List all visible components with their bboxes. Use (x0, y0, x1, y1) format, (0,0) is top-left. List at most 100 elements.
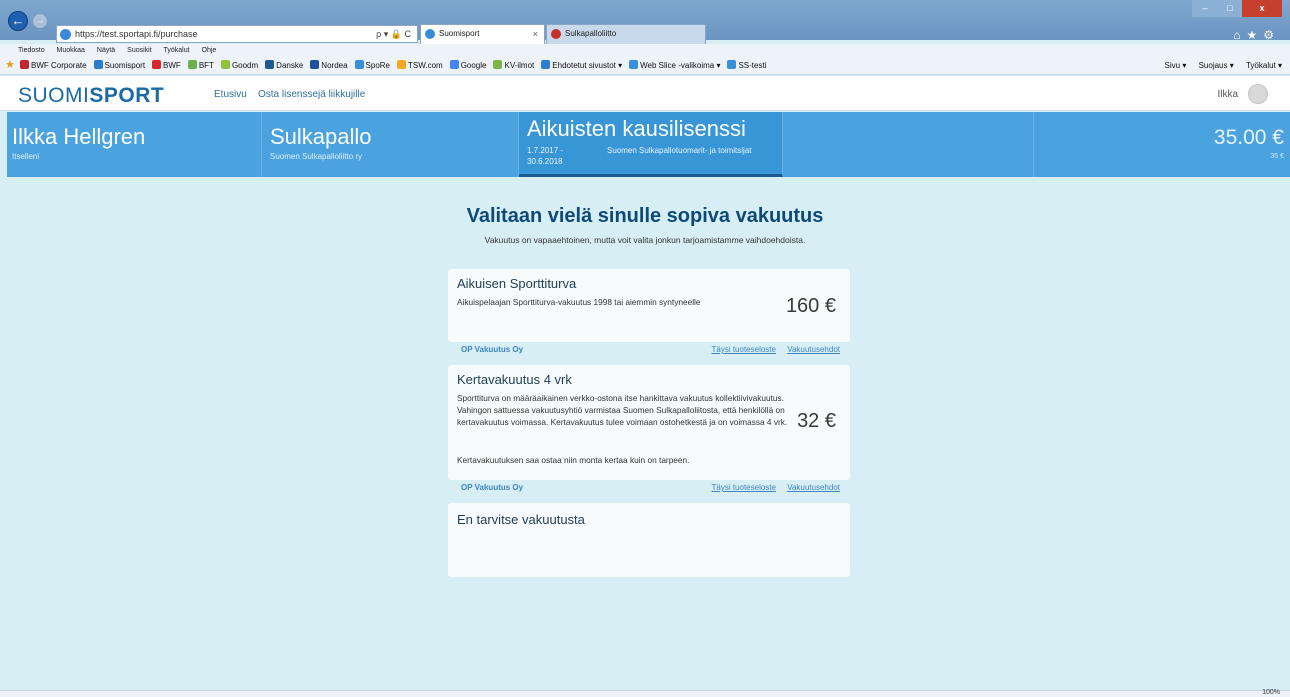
menu-bar: Tiedosto Muokkaa Näytä Suosikit Työkalut… (0, 44, 1290, 57)
favorite-label: BFT (198, 61, 214, 70)
favorite-link[interactable]: BWF (152, 57, 181, 74)
favorite-link[interactable]: Google (449, 57, 486, 74)
favorite-label: Web Slice -valikoima ▾ (640, 61, 721, 70)
favorite-label: BWF (163, 61, 181, 70)
browser-titlebar: ← → https://test.sportapi.fi/purchase ρ … (0, 0, 1290, 44)
summary-license: Aikuisten kausilisenssi 1.7.2017 - 30.6.… (519, 112, 783, 177)
suomisport-logo[interactable]: SUOMISPORT (18, 84, 164, 108)
summary-empty-slot (783, 112, 1034, 177)
logo-bold: SPORT (89, 84, 165, 107)
summary-sport: Sulkapallo Suomen Sulkapalloliitto ry (262, 112, 519, 177)
favorite-label: Goodm (231, 61, 259, 70)
tab-label: Sulkapalloliitto (565, 29, 617, 38)
menu-file[interactable]: Tiedosto (18, 47, 45, 54)
address-tools-icon[interactable]: ρ ▾ 🔒 C (376, 26, 411, 42)
total-sub: 35 € (1270, 153, 1284, 160)
sport-org: Suomen Sulkapalloliitto ry (270, 152, 363, 161)
insurance-option-kertavakuutus[interactable]: Kertavakuutus 4 vrk Sporttiturva on määr… (448, 365, 850, 480)
insurance-title: En tarvitse vakuutusta (457, 512, 585, 527)
person-name: Ilkka Hellgren (12, 124, 146, 149)
favorite-link[interactable]: KV-ilmot (493, 57, 534, 74)
menu-edit[interactable]: Muokkaa (57, 47, 85, 54)
product-sheet-link[interactable]: Täysi tuoteseloste (712, 483, 776, 492)
favorite-label: TSW.com (408, 61, 443, 70)
minimize-icon[interactable]: – (1192, 0, 1218, 17)
favorite-link[interactable]: TSW.com (397, 57, 443, 74)
site-favicon-icon (60, 29, 71, 40)
terms-link[interactable]: Vakuutusehdot (787, 345, 840, 354)
site-header: SUOMISPORT Etusivu Osta lisenssejä liikk… (0, 76, 1290, 111)
terms-link[interactable]: Vakuutusehdot (787, 483, 840, 492)
avatar[interactable] (1248, 84, 1268, 104)
command-bar: Sivu ▾ Suojaus ▾ Työkalut ▾ (1155, 57, 1282, 74)
favorite-label: SS-testi (738, 61, 767, 70)
favorite-label: Danske (276, 61, 304, 70)
page-subtitle: Vakuutus on vapaaehtoinen, mutta voit va… (484, 235, 806, 245)
safety-menu[interactable]: Suojaus ▾ (1199, 61, 1234, 70)
maximize-icon[interactable]: □ (1218, 0, 1242, 17)
insurance-footer: OP Vakuutus Oy Täysi tuoteseloste Vakuut… (448, 345, 850, 357)
favorite-link[interactable]: SS-testi (727, 57, 766, 74)
tab-label: Suomisport (439, 29, 480, 38)
person-sub: Itselleni (12, 152, 40, 161)
favorite-label: Nordea (321, 61, 348, 70)
favorite-link[interactable]: Ehdotetut sivustot ▾ (541, 57, 622, 74)
zoom-level[interactable]: 100% (1262, 689, 1280, 696)
insurance-description-extra: Kertavakuutuksen saa ostaa niin monta ke… (457, 455, 690, 465)
insurance-price: 32 € (797, 410, 836, 432)
sport-name: Sulkapallo (270, 124, 372, 149)
favorite-link[interactable]: Nordea (310, 57, 348, 74)
favorite-icon (187, 60, 197, 69)
insurance-option-adult-sporttiturva[interactable]: Aikuisen Sporttiturva Aikuispelaajan Spo… (448, 269, 850, 342)
favorite-link[interactable]: Danske (265, 57, 303, 74)
purchase-summary: Ilkka Hellgren Itselleni Sulkapallo Suom… (7, 112, 1290, 177)
favorite-link[interactable]: SpoRe (354, 57, 391, 74)
insurance-description: Aikuispelaajan Sporttiturva-vakuutus 199… (457, 297, 701, 307)
favorite-label: SpoRe (365, 61, 391, 70)
insurance-provider: OP Vakuutus Oy (461, 483, 524, 492)
back-arrow-icon[interactable]: ← (8, 11, 28, 31)
insurance-option-none[interactable]: En tarvitse vakuutusta (448, 503, 850, 577)
product-sheet-link[interactable]: Täysi tuoteseloste (712, 345, 776, 354)
favorite-link[interactable]: Goodm (220, 57, 259, 74)
favorite-link[interactable]: BFT (187, 57, 214, 74)
favorite-icon (20, 60, 29, 69)
menu-help[interactable]: Ohje (202, 47, 217, 54)
ie-tab-icon (425, 29, 435, 39)
page-title: Valitaan vielä sinulle sopiva vakuutus (466, 205, 824, 227)
favorite-icon (354, 60, 364, 69)
favorite-icon (629, 60, 639, 69)
favorites-list: BWF Corporate Suomisport BWF BFT Goodm Danske… (20, 57, 773, 74)
close-window-icon[interactable]: x (1242, 0, 1282, 17)
insurance-price: 160 € (785, 295, 836, 317)
user-name[interactable]: Ilkka (1217, 89, 1238, 100)
insurance-title: Kertavakuutus 4 vrk (457, 372, 572, 387)
tools-menu[interactable]: Työkalut ▾ (1246, 61, 1282, 70)
insurance-footer: OP Vakuutus Oy Täysi tuoteseloste Vakuut… (448, 483, 850, 495)
favorite-icon (310, 60, 320, 69)
tab-suomisport[interactable]: Suomisport × (420, 24, 545, 44)
total-price: 35.00 € (1213, 126, 1284, 149)
favorite-icon (541, 60, 551, 69)
nav-buy-licenses-link[interactable]: Osta lisenssejä liikkujille (258, 89, 365, 100)
insurance-provider: OP Vakuutus Oy (461, 345, 524, 354)
favorite-icon (727, 60, 737, 69)
favorite-link[interactable]: Web Slice -valikoima ▾ (629, 57, 720, 74)
address-bar[interactable]: https://test.sportapi.fi/purchase ρ ▾ 🔒 … (56, 25, 418, 43)
bwf-tab-icon (551, 29, 561, 39)
forward-arrow-icon[interactable]: → (32, 13, 48, 29)
menu-view[interactable]: Näytä (97, 47, 115, 54)
license-dates: 1.7.2017 - 30.6.2018 (527, 146, 564, 166)
home-star-gear-icons[interactable]: ⌂★⚙ (1233, 28, 1280, 42)
page-menu[interactable]: Sivu ▾ (1165, 61, 1187, 70)
menu-tools[interactable]: Työkalut (164, 47, 190, 54)
favorite-link[interactable]: Suomisport (93, 57, 145, 74)
favorite-link[interactable]: BWF Corporate (20, 57, 87, 74)
tab-sulkapalloliitto[interactable]: Sulkapalloliitto (546, 24, 706, 44)
favorites-star-icon[interactable]: ★ (5, 60, 15, 71)
menu-favorites[interactable]: Suosikit (127, 47, 152, 54)
favorite-icon (152, 60, 162, 69)
nav-home-link[interactable]: Etusivu (214, 89, 247, 100)
insurance-description: Sporttiturva on määräaikainen verkko-ost… (457, 393, 788, 427)
close-tab-icon[interactable]: × (533, 25, 538, 43)
